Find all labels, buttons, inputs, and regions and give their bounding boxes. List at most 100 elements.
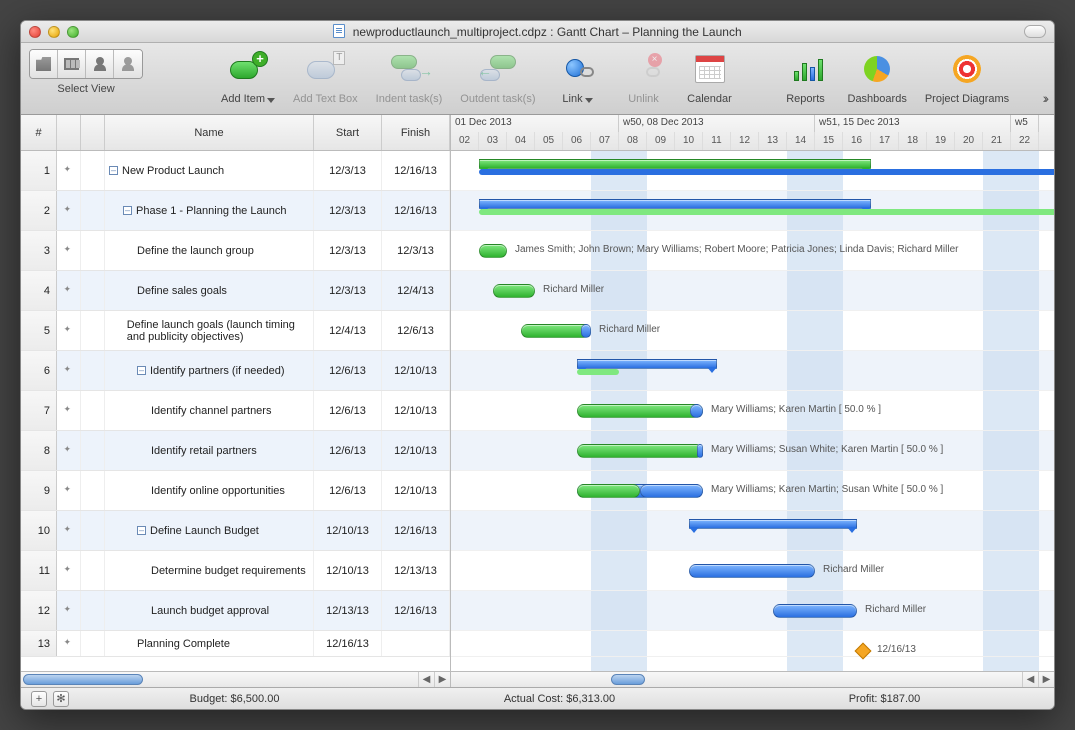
reports-button[interactable] (782, 49, 830, 89)
start-cell[interactable]: 12/6/13 (314, 391, 382, 430)
gantt-row[interactable]: Richard Miller (451, 271, 1054, 311)
add-item-button[interactable]: + (224, 49, 272, 89)
gantt-bar[interactable] (479, 159, 871, 169)
finish-cell[interactable]: 12/10/13 (382, 391, 450, 430)
start-cell[interactable]: 12/10/13 (314, 551, 382, 590)
col-indicator[interactable] (57, 115, 81, 150)
finish-cell[interactable]: 12/10/13 (382, 351, 450, 390)
start-cell[interactable]: 12/3/13 (314, 191, 382, 230)
gantt-bar[interactable] (689, 564, 815, 578)
gantt-row[interactable] (451, 151, 1054, 191)
start-cell[interactable]: 12/6/13 (314, 351, 382, 390)
toolbar-toggle-icon[interactable] (1024, 25, 1046, 38)
table-row[interactable]: 5Define launch goals (launch timing and … (21, 311, 450, 351)
dashboards-button[interactable] (853, 49, 901, 89)
gantt-bar[interactable] (689, 519, 857, 529)
task-name-cell[interactable]: Identify online opportunities (105, 471, 314, 510)
unlink-button[interactable]: × (620, 49, 668, 89)
gantt-row[interactable]: James Smith; John Brown; Mary Williams; … (451, 231, 1054, 271)
finish-cell[interactable]: 12/16/13 (382, 511, 450, 550)
gantt-row[interactable]: Richard Miller (451, 311, 1054, 351)
view-folder-button[interactable] (30, 50, 58, 78)
table-row[interactable]: 4Define sales goals12/3/1312/4/13 (21, 271, 450, 311)
gantt-row[interactable]: Mary Williams; Susan White; Karen Martin… (451, 431, 1054, 471)
task-name-cell[interactable]: Define launch goals (launch timing and p… (105, 311, 314, 350)
finish-cell[interactable]: 12/4/13 (382, 271, 450, 310)
finish-cell[interactable]: 12/13/13 (382, 551, 450, 590)
task-name-cell[interactable]: Identify channel partners (105, 391, 314, 430)
gantt-row[interactable] (451, 511, 1054, 551)
collapse-icon[interactable]: – (137, 526, 146, 535)
calendar-button[interactable] (686, 49, 734, 89)
table-row[interactable]: 11Determine budget requirements12/10/131… (21, 551, 450, 591)
task-name-cell[interactable]: –New Product Launch (105, 151, 314, 190)
view-project-button[interactable] (58, 50, 86, 78)
overflow-icon[interactable]: ›› (1043, 90, 1046, 106)
table-row[interactable]: 8Identify retail partners12/6/1312/10/13 (21, 431, 450, 471)
collapse-icon[interactable]: – (109, 166, 118, 175)
task-name-cell[interactable]: Define sales goals (105, 271, 314, 310)
gantt-bar[interactable] (479, 199, 871, 209)
gantt-row[interactable]: Mary Williams; Karen Martin [ 50.0 % ] (451, 391, 1054, 431)
chevron-down-icon[interactable] (585, 98, 593, 103)
start-cell[interactable]: 12/3/13 (314, 271, 382, 310)
task-name-cell[interactable]: –Phase 1 - Planning the Launch (105, 191, 314, 230)
task-name-cell[interactable]: –Identify partners (if needed) (105, 351, 314, 390)
gantt-row[interactable]: Richard Miller (451, 591, 1054, 631)
finish-cell[interactable]: 12/10/13 (382, 471, 450, 510)
scroll-right-icon[interactable]: ▶ (434, 672, 450, 687)
start-cell[interactable]: 12/6/13 (314, 431, 382, 470)
gantt-bar[interactable] (577, 359, 717, 369)
titlebar[interactable]: newproductlaunch_multiproject.cdpz : Gan… (21, 21, 1054, 43)
finish-cell[interactable]: 12/6/13 (382, 311, 450, 350)
gantt-bar[interactable] (577, 444, 703, 458)
finish-cell[interactable]: 12/16/13 (382, 591, 450, 630)
gantt-bar[interactable] (773, 604, 857, 618)
diagrams-button[interactable] (943, 49, 991, 89)
task-name-cell[interactable]: Identify retail partners (105, 431, 314, 470)
finish-cell[interactable]: 12/16/13 (382, 191, 450, 230)
gantt-bar[interactable] (479, 244, 507, 258)
finish-cell[interactable]: 12/3/13 (382, 231, 450, 270)
start-cell[interactable]: 12/3/13 (314, 231, 382, 270)
col-finish[interactable]: Finish (382, 115, 450, 150)
col-start[interactable]: Start (314, 115, 382, 150)
table-row[interactable]: 3Define the launch group12/3/1312/3/13 (21, 231, 450, 271)
start-cell[interactable]: 12/4/13 (314, 311, 382, 350)
gantt-row[interactable] (451, 191, 1054, 231)
outdent-button[interactable]: ← (474, 49, 522, 89)
link-button[interactable] (554, 49, 602, 89)
finish-cell[interactable]: 12/10/13 (382, 431, 450, 470)
gantt-body[interactable]: James Smith; John Brown; Mary Williams; … (451, 151, 1054, 671)
col-number[interactable]: # (21, 115, 57, 150)
view-resource-button[interactable] (86, 50, 114, 78)
gantt-bar[interactable] (493, 284, 535, 298)
gantt-bar[interactable] (577, 404, 703, 418)
add-textbox-button[interactable]: T (301, 49, 349, 89)
table-row[interactable]: 13Planning Complete12/16/13 (21, 631, 450, 657)
collapse-icon[interactable]: – (123, 206, 132, 215)
start-cell[interactable]: 12/10/13 (314, 511, 382, 550)
table-row[interactable]: 2–Phase 1 - Planning the Launch12/3/1312… (21, 191, 450, 231)
gantt-row[interactable]: 12/16/13 (451, 631, 1054, 657)
finish-cell[interactable]: 12/16/13 (382, 151, 450, 190)
table-row[interactable]: 10–Define Launch Budget12/10/1312/16/13 (21, 511, 450, 551)
start-cell[interactable]: 12/6/13 (314, 471, 382, 510)
scroll-left-icon[interactable]: ◀ (1022, 672, 1038, 687)
add-button[interactable]: + (31, 691, 47, 707)
task-name-cell[interactable]: Planning Complete (105, 631, 314, 656)
scroll-right-icon[interactable]: ▶ (1038, 672, 1054, 687)
gantt-row[interactable]: Mary Williams; Karen Martin; Susan White… (451, 471, 1054, 511)
collapse-icon[interactable]: – (137, 366, 146, 375)
gantt-hscrollbar[interactable]: ◀ ▶ (451, 671, 1054, 687)
gantt-row[interactable]: Richard Miller (451, 551, 1054, 591)
col-info[interactable] (81, 115, 105, 150)
table-row[interactable]: 6–Identify partners (if needed)12/6/1312… (21, 351, 450, 391)
gear-icon[interactable]: ✻ (53, 691, 69, 707)
chevron-down-icon[interactable] (267, 98, 275, 103)
col-name[interactable]: Name (105, 115, 314, 150)
table-row[interactable]: 1–New Product Launch12/3/1312/16/13 (21, 151, 450, 191)
task-name-cell[interactable]: –Define Launch Budget (105, 511, 314, 550)
task-name-cell[interactable]: Launch budget approval (105, 591, 314, 630)
start-cell[interactable]: 12/13/13 (314, 591, 382, 630)
